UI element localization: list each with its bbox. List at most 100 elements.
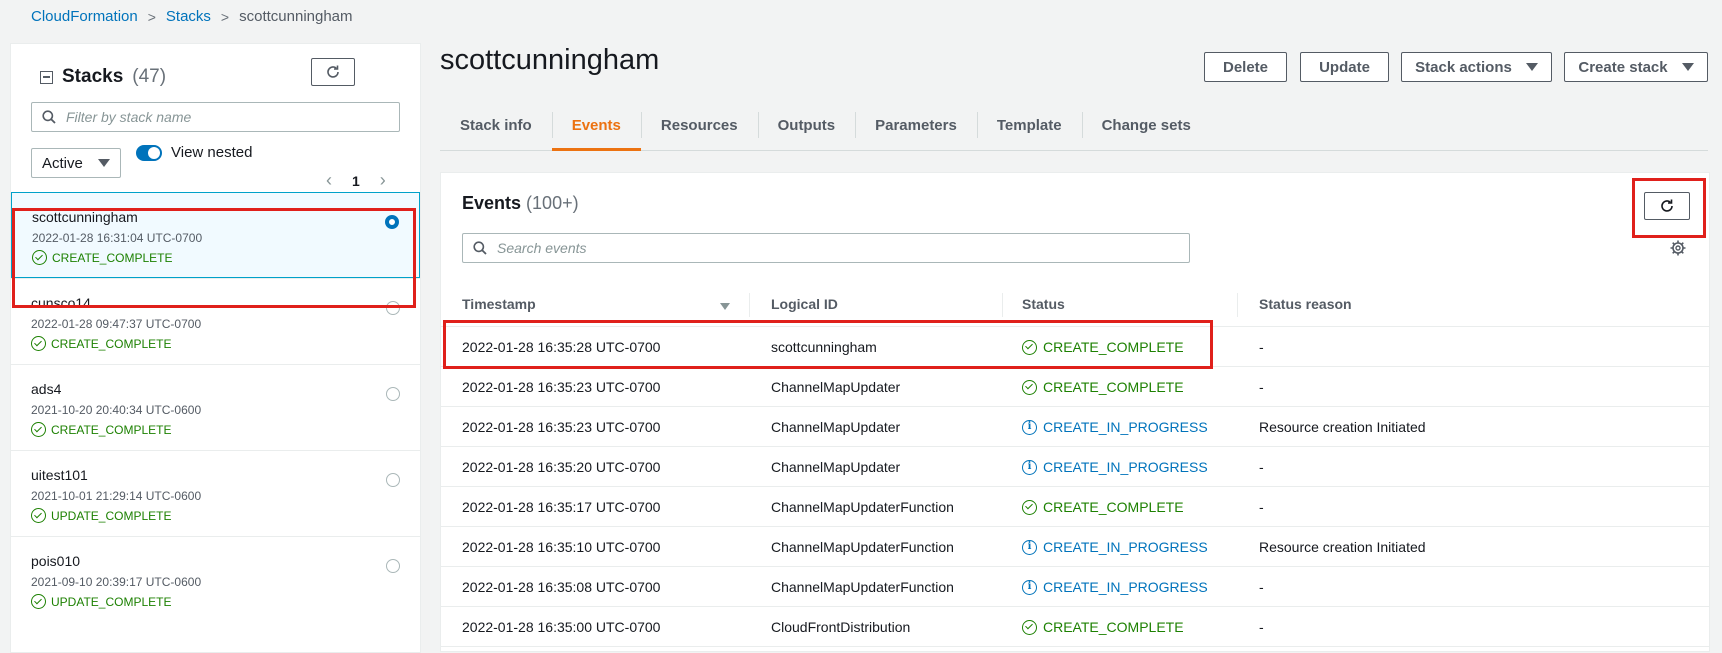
event-status: i CREATE_IN_PROGRESS	[1022, 579, 1208, 595]
events-search-input[interactable]	[497, 240, 1097, 256]
event-status: i CREATE_IN_PROGRESS	[1022, 459, 1208, 475]
success-check-icon	[31, 508, 46, 523]
caret-down-icon	[1681, 63, 1694, 71]
stack-list-item[interactable]: cunsco14 2022-01-28 09:47:37 UTC-0700 CR…	[11, 278, 420, 364]
stack-radio[interactable]	[386, 559, 400, 573]
event-timestamp: 2022-01-28 16:35:23 UTC-0700	[462, 379, 661, 395]
chevron-right-icon: >	[220, 8, 230, 25]
create-stack-button[interactable]: Create stack	[1564, 52, 1708, 82]
stack-filter-field[interactable]	[31, 102, 400, 132]
stack-actions-label: Stack actions	[1415, 58, 1512, 76]
event-status-text: CREATE_IN_PROGRESS	[1043, 459, 1208, 475]
stack-date: 2022-01-28 16:31:04 UTC-0700	[32, 231, 203, 245]
tab-events[interactable]: Events	[551, 100, 642, 151]
event-status: CREATE_COMPLETE	[1022, 339, 1184, 355]
stack-status: UPDATE_COMPLETE	[31, 508, 420, 523]
tab-stack-info[interactable]: Stack info	[440, 100, 552, 150]
column-header-logical-id[interactable]: Logical ID	[771, 296, 838, 312]
event-status-text: CREATE_IN_PROGRESS	[1043, 539, 1208, 555]
chevron-right-icon: >	[147, 8, 156, 25]
tab-template[interactable]: Template	[976, 100, 1082, 150]
event-timestamp: 2022-01-28 16:35:20 UTC-0700	[462, 459, 661, 475]
stack-tabs: Stack info Events Resources Outputs Para…	[440, 100, 1708, 151]
column-header-timestamp[interactable]: Timestamp	[462, 296, 536, 312]
stack-filter-input[interactable]	[66, 109, 366, 125]
update-button[interactable]: Update	[1300, 52, 1389, 82]
breadcrumb: CloudFormation > Stacks > scottcunningha…	[31, 8, 353, 25]
stacks-pagination: ‹ 1 ›	[326, 170, 386, 191]
breadcrumb-cloudformation-link[interactable]: CloudFormation	[31, 8, 138, 25]
event-status-reason: -	[1259, 379, 1264, 395]
table-row: 2022-01-28 16:35:23 UTC-0700 ChannelMapU…	[441, 407, 1709, 447]
current-page[interactable]: 1	[352, 173, 360, 189]
stack-date: 2021-10-20 20:40:34 UTC-0600	[31, 403, 202, 417]
event-timestamp: 2022-01-28 16:35:17 UTC-0700	[462, 499, 661, 515]
caret-down-icon	[98, 159, 110, 167]
stack-actions-button[interactable]: Stack actions	[1401, 52, 1552, 82]
column-header-status-reason[interactable]: Status reason	[1259, 296, 1352, 312]
event-status-reason: -	[1259, 579, 1264, 595]
view-nested-toggle[interactable]	[136, 145, 162, 161]
stacks-title-label: Stacks	[62, 66, 124, 87]
stack-status-text: CREATE_COMPLETE	[52, 250, 173, 265]
breadcrumb-current: scottcunningham	[239, 8, 353, 25]
stack-name: cunsco14	[31, 295, 91, 311]
tab-resources[interactable]: Resources	[640, 100, 758, 150]
event-logical-id: ChannelMapUpdaterFunction	[771, 539, 954, 555]
view-nested-label: View nested	[171, 144, 253, 161]
breadcrumb-stacks-link[interactable]: Stacks	[166, 8, 211, 25]
column-divider	[1237, 293, 1238, 317]
stack-date: 2021-09-10 20:39:17 UTC-0600	[31, 575, 202, 589]
event-status-reason: Resource creation Initiated	[1259, 419, 1426, 435]
tab-change-sets[interactable]: Change sets	[1081, 100, 1211, 150]
table-row: 2022-01-28 16:35:00 UTC-0700 CloudFrontD…	[441, 607, 1709, 647]
refresh-icon	[327, 65, 339, 78]
success-check-icon	[31, 594, 46, 609]
column-divider	[749, 293, 750, 317]
stacks-panel: Stacks (47) Active View nested ‹ 1 › sco…	[10, 43, 421, 653]
search-icon	[42, 110, 56, 124]
stack-list-item[interactable]: pois010 2021-09-10 20:39:17 UTC-0600 UPD…	[11, 536, 420, 622]
status-filter-select[interactable]: Active	[31, 148, 121, 178]
previous-page-icon[interactable]: ‹	[326, 170, 332, 191]
table-row: 2022-01-28 16:35:10 UTC-0700 ChannelMapU…	[441, 527, 1709, 567]
stack-radio-selected[interactable]	[385, 215, 399, 229]
event-status: CREATE_COMPLETE	[1022, 619, 1184, 635]
stacks-count: (47)	[132, 66, 167, 87]
stacks-refresh-button[interactable]	[311, 58, 355, 86]
tab-parameters[interactable]: Parameters	[855, 100, 977, 150]
stack-radio[interactable]	[386, 473, 400, 487]
stack-status-text: UPDATE_COMPLETE	[51, 508, 172, 523]
delete-button[interactable]: Delete	[1204, 52, 1287, 82]
info-icon: i	[1022, 459, 1037, 475]
stack-radio[interactable]	[386, 301, 400, 315]
page-title: scottcunningham	[440, 44, 660, 76]
next-page-icon[interactable]: ›	[380, 170, 386, 191]
tab-outputs[interactable]: Outputs	[757, 100, 856, 150]
event-logical-id: ChannelMapUpdaterFunction	[771, 499, 954, 515]
event-status-text: CREATE_COMPLETE	[1043, 339, 1184, 355]
stack-name: scottcunningham	[32, 209, 138, 225]
stack-status: CREATE_COMPLETE	[32, 250, 419, 265]
events-search-field[interactable]	[462, 233, 1190, 263]
stack-radio[interactable]	[386, 387, 400, 401]
events-refresh-button[interactable]	[1644, 192, 1690, 220]
table-row: 2022-01-28 16:35:08 UTC-0700 ChannelMapU…	[441, 567, 1709, 607]
stack-list-item[interactable]: uitest101 2021-10-01 21:29:14 UTC-0600 U…	[11, 450, 420, 536]
events-title: Events (100+)	[462, 193, 579, 214]
column-header-status[interactable]: Status	[1022, 296, 1065, 312]
event-status-reason: -	[1259, 459, 1264, 475]
column-divider	[1002, 293, 1003, 317]
table-row: 2022-01-28 16:35:23 UTC-0700 ChannelMapU…	[441, 367, 1709, 407]
event-status-text: CREATE_COMPLETE	[1043, 499, 1184, 515]
gear-icon[interactable]	[1670, 240, 1686, 256]
info-icon: i	[1022, 419, 1037, 435]
table-row: 2022-01-28 16:35:28 UTC-0700 scottcunnin…	[441, 327, 1709, 367]
collapse-icon[interactable]	[40, 70, 53, 84]
sort-descending-icon[interactable]	[720, 303, 730, 310]
stack-list-item[interactable]: ads4 2021-10-20 20:40:34 UTC-0600 CREATE…	[11, 364, 420, 450]
info-icon: i	[1022, 579, 1037, 595]
stack-list-item[interactable]: scottcunningham 2022-01-28 16:31:04 UTC-…	[11, 192, 420, 278]
event-timestamp: 2022-01-28 16:35:28 UTC-0700	[462, 339, 661, 355]
event-timestamp: 2022-01-28 16:35:00 UTC-0700	[462, 619, 661, 635]
